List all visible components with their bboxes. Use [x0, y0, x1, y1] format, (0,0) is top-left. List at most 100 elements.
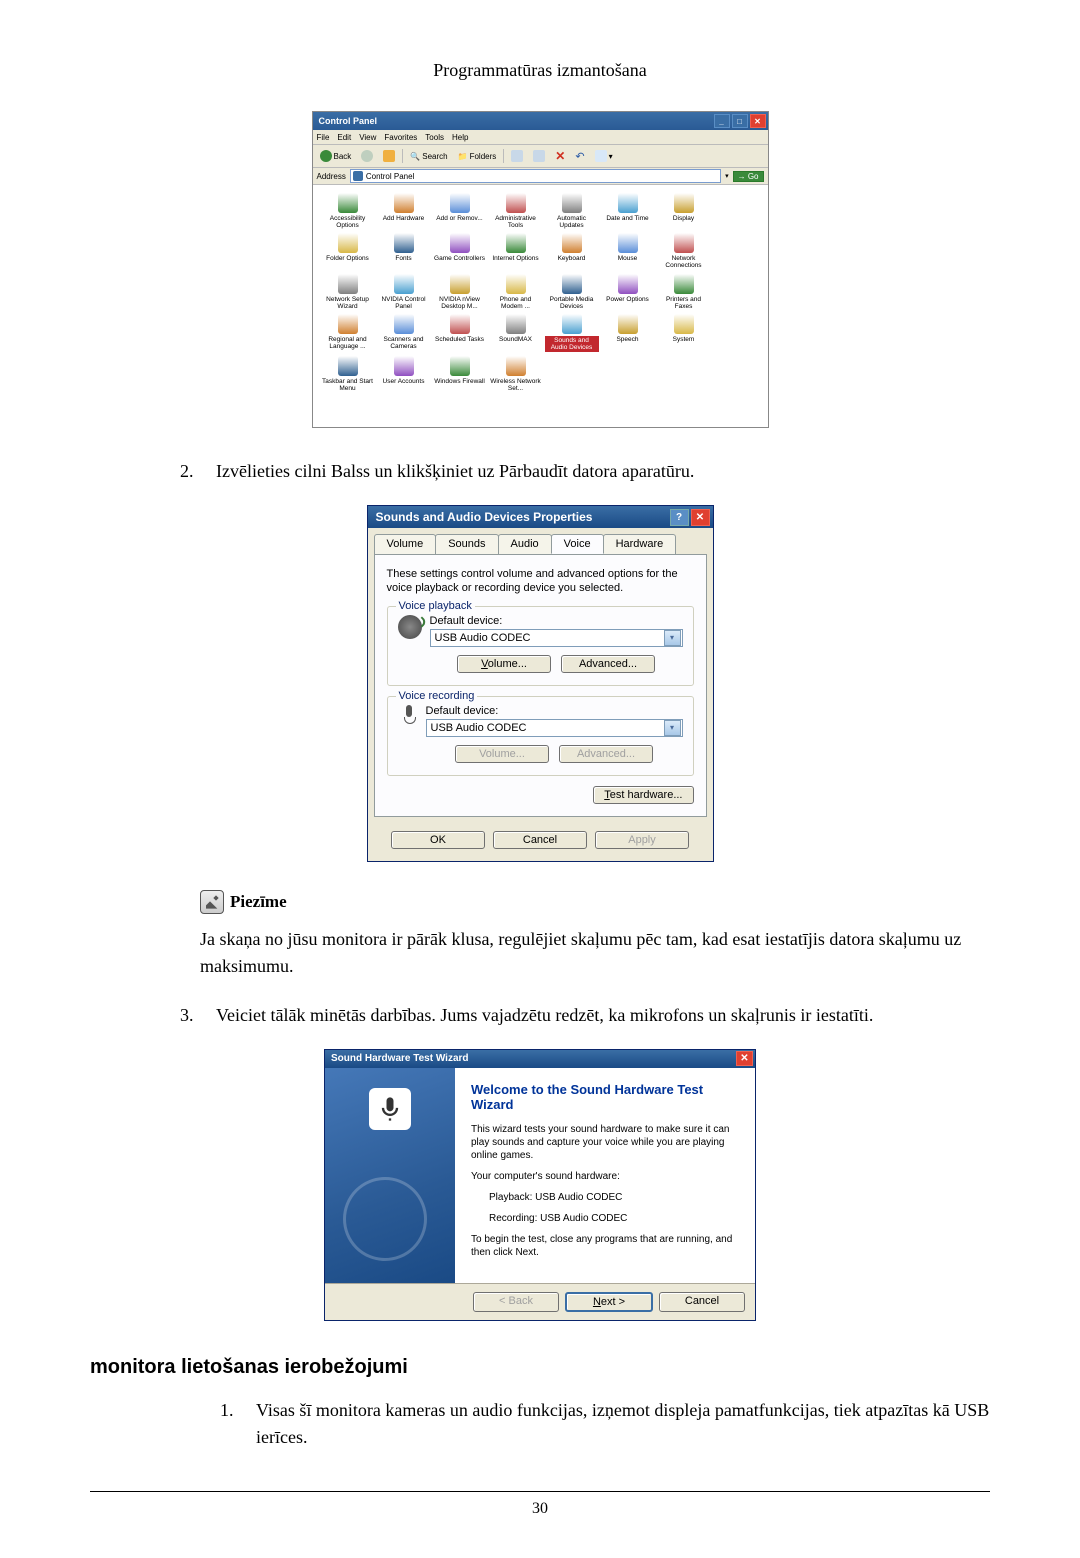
ok-button[interactable]: OK [391, 831, 485, 849]
close-icon[interactable]: ✕ [750, 114, 766, 128]
views-icon[interactable]: ▾ [592, 149, 616, 163]
wiz-heading: Welcome to the Sound Hardware Test Wizar… [471, 1082, 739, 1113]
cp-item-icon [450, 274, 470, 294]
cp-item[interactable]: NVIDIA Control Panel [377, 274, 431, 310]
menu-view[interactable]: View [359, 133, 376, 142]
tb-icon[interactable] [530, 149, 548, 163]
cp-item[interactable]: Date and Time [601, 193, 655, 229]
cp-item[interactable]: Scanners and Cameras [377, 314, 431, 352]
cp-item[interactable]: Folder Options [321, 233, 375, 269]
test-hardware-button[interactable]: Test hardware... [593, 786, 693, 804]
cp-item-label: NVIDIA Control Panel [377, 296, 431, 310]
cp-item[interactable]: Mouse [601, 233, 655, 269]
cp-item[interactable]: Keyboard [545, 233, 599, 269]
wiz-paragraph: To begin the test, close any programs th… [471, 1233, 739, 1259]
cp-item[interactable]: Administrative Tools [489, 193, 543, 229]
cp-item[interactable]: System [657, 314, 711, 352]
help-icon[interactable]: ? [670, 509, 689, 526]
chevron-down-icon[interactable]: ▾ [664, 630, 681, 646]
up-button[interactable] [380, 149, 398, 163]
delete-icon[interactable]: ✕ [552, 148, 568, 164]
tab-hardware[interactable]: Hardware [603, 534, 677, 554]
cp-item-icon [674, 314, 694, 334]
cp-item[interactable]: Printers and Faxes [657, 274, 711, 310]
cp-item-label: Portable Media Devices [545, 296, 599, 310]
step-text: Izvēlieties cilni Balss un klikšķiniet u… [216, 458, 694, 485]
cp-item-label: Network Setup Wizard [321, 296, 375, 310]
cp-item-icon [394, 193, 414, 213]
cp-item-label: Network Connections [657, 255, 711, 269]
step-3: 3. Veiciet tālāk minētās darbības. Jums … [180, 1002, 990, 1029]
cp-item-icon [338, 193, 358, 213]
address-input[interactable]: Control Panel [350, 169, 721, 183]
cp-item[interactable]: Internet Options [489, 233, 543, 269]
cp-item[interactable]: Automatic Updates [545, 193, 599, 229]
wiz-playback-line: Playback: USB Audio CODEC [489, 1191, 739, 1204]
cp-item-label: Display [657, 215, 711, 222]
cp-item[interactable]: SoundMAX [489, 314, 543, 352]
menu-tools[interactable]: Tools [425, 133, 444, 142]
cp-item[interactable]: User Accounts [377, 356, 431, 392]
cp-item-label: SoundMAX [489, 336, 543, 343]
cp-item[interactable]: Taskbar and Start Menu [321, 356, 375, 392]
chevron-down-icon[interactable]: ▾ [664, 720, 681, 736]
go-button[interactable]: → Go [733, 171, 764, 182]
cp-item[interactable]: Accessibility Options [321, 193, 375, 229]
cp-item-label: Internet Options [489, 255, 543, 262]
tab-audio[interactable]: Audio [498, 534, 552, 554]
cp-item[interactable]: Phone and Modem ... [489, 274, 543, 310]
playback-advanced-button[interactable]: Advanced... [561, 655, 655, 673]
tab-voice[interactable]: Voice [551, 534, 604, 554]
cp-item[interactable]: Add Hardware [377, 193, 431, 229]
next-button[interactable]: Next > [565, 1292, 653, 1312]
cp-item[interactable]: Add or Remov... [433, 193, 487, 229]
search-button[interactable]: 🔍 Search [407, 151, 450, 162]
cp-item[interactable]: Network Connections [657, 233, 711, 269]
menu-favorites[interactable]: Favorites [384, 133, 417, 142]
cp-item-label: Taskbar and Start Menu [321, 378, 375, 392]
cp-item[interactable]: Speech [601, 314, 655, 352]
cp-item[interactable]: Sounds and Audio Devices [545, 314, 599, 352]
cp-item[interactable]: Windows Firewall [433, 356, 487, 392]
page-number: 30 [90, 1500, 990, 1518]
minimize-icon[interactable]: _ [714, 114, 730, 128]
cp-item[interactable]: Portable Media Devices [545, 274, 599, 310]
cancel-button[interactable]: Cancel [659, 1292, 745, 1312]
cp-item-label: Phone and Modem ... [489, 296, 543, 310]
cp-item[interactable]: Power Options [601, 274, 655, 310]
note-text: Ja skaņa no jūsu monitora ir pārāk klusa… [200, 926, 990, 980]
tab-sounds[interactable]: Sounds [435, 534, 498, 554]
cp-item[interactable]: Scheduled Tasks [433, 314, 487, 352]
playback-device-combo[interactable]: USB Audio CODEC ▾ [430, 629, 683, 647]
close-icon[interactable]: ✕ [691, 509, 710, 526]
cp-item[interactable]: Fonts [377, 233, 431, 269]
cp-item[interactable]: Regional and Language ... [321, 314, 375, 352]
note-icon [200, 890, 224, 914]
cp-item[interactable]: Game Controllers [433, 233, 487, 269]
cp-item-icon [506, 314, 526, 334]
undo-icon[interactable]: ↶ [572, 149, 587, 164]
recording-device-combo[interactable]: USB Audio CODEC ▾ [426, 719, 683, 737]
cancel-button[interactable]: Cancel [493, 831, 587, 849]
menu-edit[interactable]: Edit [337, 133, 351, 142]
step-2: 2. Izvēlieties cilni Balss un klikšķinie… [180, 458, 990, 485]
cp-item[interactable]: Network Setup Wizard [321, 274, 375, 310]
maximize-icon[interactable]: □ [732, 114, 748, 128]
close-icon[interactable]: ✕ [736, 1051, 753, 1066]
cp-item-icon [450, 233, 470, 253]
menu-help[interactable]: Help [452, 133, 468, 142]
playback-volume-button[interactable]: Volume... [457, 655, 551, 673]
folders-button[interactable]: 📁 Folders [455, 151, 500, 162]
tab-volume[interactable]: Volume [374, 534, 437, 554]
back-button[interactable]: Back [317, 149, 355, 163]
cp-item[interactable]: NVIDIA nView Desktop M... [433, 274, 487, 310]
forward-button[interactable] [358, 149, 376, 163]
cp-item[interactable]: Display [657, 193, 711, 229]
cp-item-icon [618, 233, 638, 253]
speaker-icon [398, 615, 422, 639]
tb-icon[interactable] [508, 149, 526, 163]
menu-file[interactable]: File [317, 133, 330, 142]
cp-body: Accessibility OptionsAdd HardwareAdd or … [313, 185, 768, 428]
address-label: Address [317, 172, 346, 181]
cp-item[interactable]: Wireless Network Set... [489, 356, 543, 392]
